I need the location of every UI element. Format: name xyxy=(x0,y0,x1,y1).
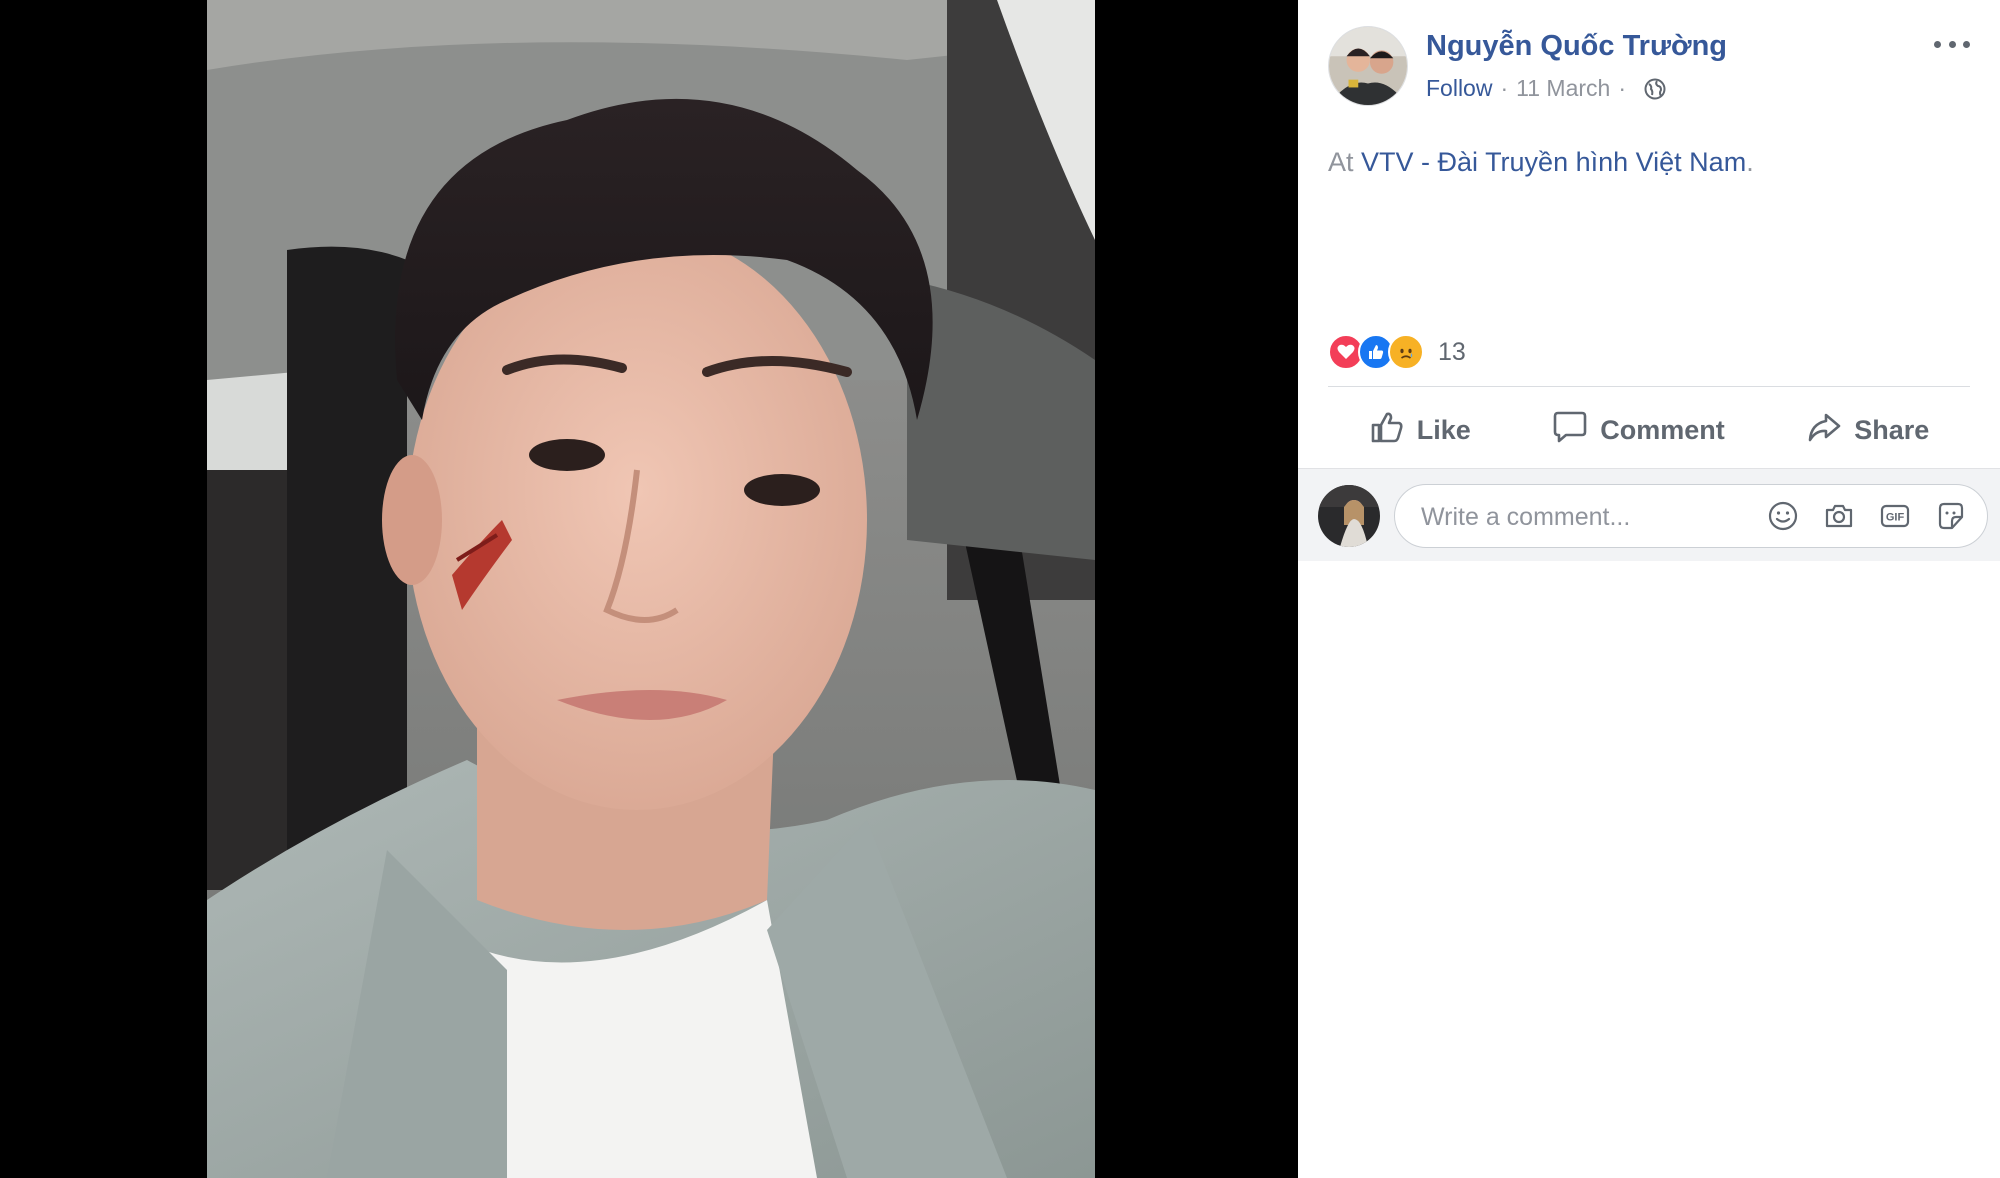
follow-button[interactable]: Follow xyxy=(1426,75,1492,102)
checkin-text: At VTV - Đài Truyền hình Việt Nam. xyxy=(1328,147,1754,178)
post-date[interactable]: 11 March xyxy=(1516,75,1610,102)
comment-input[interactable] xyxy=(1419,495,1763,539)
post-side-panel: Nguyễn Quốc Trường Follow · 11 March · A… xyxy=(1298,0,2000,1178)
like-label: Like xyxy=(1416,414,1471,445)
sticker-icon[interactable] xyxy=(1935,500,1967,532)
reactions-summary[interactable]: 13 xyxy=(1328,333,1466,371)
comment-button[interactable]: Comment xyxy=(1552,409,1725,452)
checkin-prefix: At xyxy=(1328,147,1354,177)
meta-separator: · xyxy=(1500,75,1509,101)
photo-viewer xyxy=(0,0,1298,1178)
post-actions: Like Comment Share xyxy=(1328,400,1970,460)
post-photo[interactable] xyxy=(207,0,1095,1178)
post-meta: Follow · 11 March · xyxy=(1426,75,1666,102)
emoji-icon[interactable] xyxy=(1767,500,1799,532)
comment-composer: GIF xyxy=(1298,468,2000,561)
globe-icon[interactable] xyxy=(1644,78,1666,100)
speech-bubble-icon xyxy=(1552,409,1588,452)
reaction-count[interactable]: 13 xyxy=(1438,338,1466,367)
comment-label: Comment xyxy=(1600,414,1725,445)
meta-separator: · xyxy=(1618,75,1626,101)
gif-icon[interactable]: GIF xyxy=(1879,500,1911,532)
sad-icon xyxy=(1388,334,1424,370)
author-avatar[interactable] xyxy=(1328,26,1408,106)
comment-tools: GIF xyxy=(1767,500,1967,532)
checkin-suffix: . xyxy=(1746,147,1754,177)
camera-icon[interactable] xyxy=(1823,500,1855,532)
checkin-place-link[interactable]: VTV - Đài Truyền hình Việt Nam xyxy=(1361,147,1746,177)
like-button[interactable]: Like xyxy=(1369,409,1471,452)
share-arrow-icon xyxy=(1806,409,1842,452)
share-label: Share xyxy=(1854,414,1930,445)
author-name[interactable]: Nguyễn Quốc Trường xyxy=(1426,30,1727,63)
share-button[interactable]: Share xyxy=(1806,409,1929,452)
user-avatar[interactable] xyxy=(1318,485,1380,547)
divider xyxy=(1328,386,1970,387)
gif-label: GIF xyxy=(1886,512,1905,524)
thumbs-up-icon xyxy=(1369,409,1405,452)
comment-box: GIF xyxy=(1394,484,1988,548)
more-options-icon[interactable] xyxy=(1934,34,1970,54)
